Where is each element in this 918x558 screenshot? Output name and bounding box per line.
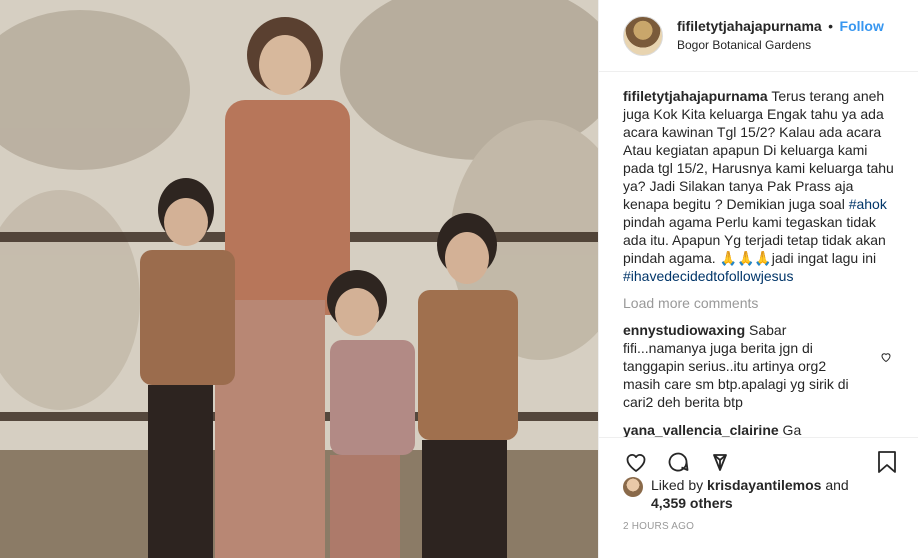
caption-text-2: pindah agama Perlu kami tegaskan tidak a… <box>623 214 886 266</box>
post-timestamp[interactable]: 2 HOURS AGO <box>623 521 694 532</box>
likes-text: Liked by krisdayantilemos and 4,359 othe… <box>651 476 849 512</box>
load-more-comments-button[interactable]: Load more comments <box>623 295 894 311</box>
heart-icon[interactable] <box>621 449 651 475</box>
post-username[interactable]: fifiletytjahajapurnama <box>677 18 822 34</box>
comment-icon[interactable] <box>663 449 693 475</box>
likes-summary: Liked by krisdayantilemos and 4,359 othe… <box>623 476 902 512</box>
bookmark-icon[interactable] <box>872 449 902 475</box>
separator-dot: • <box>828 18 834 34</box>
hashtag-ahok[interactable]: #ahok <box>849 196 887 212</box>
hashtag-ihavedecidedtofollowjesus[interactable]: #ihavedecidedtofollowjesus <box>623 268 793 284</box>
caption-text-1: Terus terang aneh juga Kok Kita keluarga… <box>623 88 894 212</box>
comment-username[interactable]: yana_vallencia_clairine <box>623 422 779 437</box>
comments-section[interactable]: fifiletytjahajapurnama Terus terang aneh… <box>599 73 918 437</box>
post-photo[interactable] <box>0 0 598 558</box>
photo-image <box>0 0 598 558</box>
liked-by-prefix: Liked by <box>651 477 708 493</box>
comment-username[interactable]: ennystudiowaxing <box>623 322 745 338</box>
caption-username[interactable]: fifiletytjahajapurnama <box>623 88 768 104</box>
liker-avatar[interactable] <box>623 477 643 497</box>
action-bar <box>599 437 918 477</box>
follow-button[interactable]: Follow <box>840 18 884 34</box>
post-location[interactable]: Bogor Botanical Gardens <box>677 36 884 54</box>
header-text: fifiletytjahajapurnama • Follow Bogor Bo… <box>677 17 884 54</box>
likes-count[interactable]: 4,359 others <box>651 495 733 511</box>
comment-item: yana_vallencia_clairine Ga nyangka.setel… <box>623 421 894 437</box>
likes-and: and <box>821 477 849 493</box>
small-heart-icon[interactable] <box>880 351 892 363</box>
liker-username[interactable]: krisdayantilemos <box>707 477 821 493</box>
post-header: fifiletytjahajapurnama • Follow Bogor Bo… <box>599 0 918 72</box>
user-avatar[interactable] <box>623 15 663 56</box>
comment-item: ennystudiowaxing Sabar fifi...namanya ju… <box>623 321 894 411</box>
post-sidebar: fifiletytjahajapurnama • Follow Bogor Bo… <box>598 0 918 558</box>
share-icon[interactable] <box>705 449 735 475</box>
post-caption: fifiletytjahajapurnama Terus terang aneh… <box>623 87 894 285</box>
